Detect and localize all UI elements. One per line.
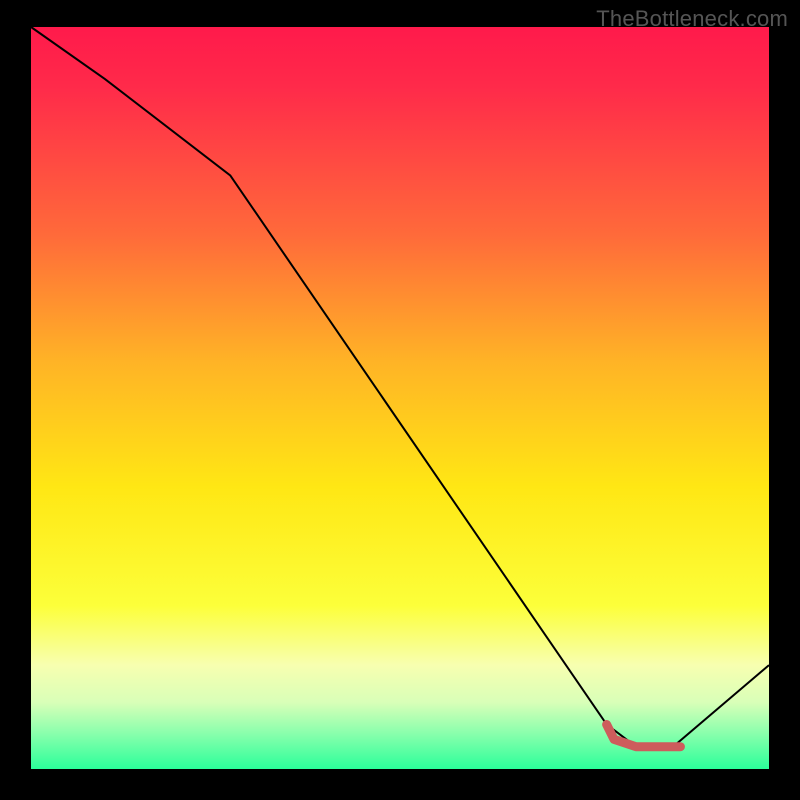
watermark-text: TheBottleneck.com [596, 6, 788, 32]
chart-frame: TheBottleneck.com [0, 0, 800, 800]
bottleneck-chart [0, 0, 800, 800]
gradient-background [31, 27, 769, 769]
